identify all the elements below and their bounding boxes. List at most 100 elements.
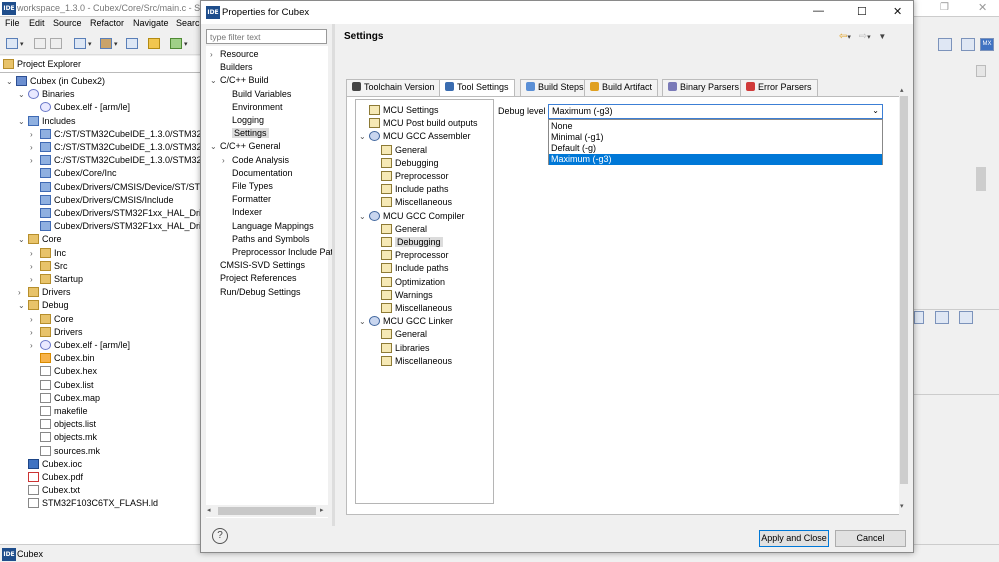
menu-icon[interactable]: ▼ [878, 32, 886, 41]
tool-tree-item[interactable]: Debugging [371, 157, 439, 170]
open-perspective-icon[interactable] [961, 38, 975, 51]
debug-level-select[interactable]: Maximum (-g3) ⌄ [548, 104, 883, 119]
close-icon[interactable]: ✕ [893, 5, 902, 18]
explorer-item[interactable]: ⌄ Cubex (in Cubex2) [6, 75, 105, 88]
chevron-down-icon[interactable]: ▾ [88, 40, 92, 48]
tool-tree-item[interactable]: ⌄ MCU GCC Compiler [359, 210, 465, 223]
explorer-item[interactable]: › Startup [30, 273, 83, 286]
chevron-down-icon[interactable]: ⌄ [18, 299, 28, 312]
scrollbar-thumb[interactable] [976, 167, 986, 191]
tab-tool-settings[interactable]: Tool Settings [439, 79, 515, 97]
tool-tree-item[interactable]: General [371, 223, 427, 236]
explorer-item[interactable]: Cubex.hex [30, 365, 97, 378]
perspective-icon[interactable] [938, 38, 952, 51]
chevron-right-icon[interactable]: › [30, 247, 40, 260]
debug-level-option[interactable]: Minimal (-g1) [549, 132, 882, 143]
category-item[interactable]: Logging [222, 114, 264, 127]
scrollbar-thumb[interactable] [900, 96, 908, 484]
explorer-item[interactable]: › C:/ST/STM32CubeIDE_1.3.0/STM32Cu [30, 154, 213, 167]
explorer-item[interactable]: › Drivers [30, 326, 83, 339]
category-item[interactable]: Builders [210, 61, 253, 74]
explorer-item[interactable]: Cubex.pdf [18, 471, 83, 484]
explorer-item[interactable]: ⌄ Includes [18, 115, 76, 128]
tool-tree-item[interactable]: Debugging [371, 236, 443, 249]
tool-tree-item[interactable]: Include paths [371, 262, 449, 275]
help-button[interactable]: ? [212, 528, 228, 544]
explorer-item[interactable]: Cubex.bin [30, 352, 95, 365]
tool-tree-item[interactable]: Miscellaneous [371, 196, 452, 209]
explorer-item[interactable]: › Src [30, 260, 68, 273]
explorer-item[interactable]: Cubex.ioc [18, 458, 82, 471]
chevron-down-icon[interactable]: ⌄ [359, 315, 369, 328]
new-icon[interactable] [6, 38, 18, 49]
panel-vscrollbar[interactable]: ▴ ▾ [899, 87, 909, 515]
explorer-item[interactable]: › C:/ST/STM32CubeIDE_1.3.0/STM32Cu [30, 128, 213, 141]
save-all-icon[interactable] [50, 38, 62, 49]
category-item[interactable]: Preprocessor Include Pat [222, 246, 333, 259]
category-item[interactable]: › Code Analysis [222, 154, 289, 167]
tool-tree-item[interactable]: Preprocessor [371, 249, 449, 262]
category-item[interactable]: Run/Debug Settings [210, 286, 301, 299]
chevron-right-icon[interactable]: › [210, 48, 220, 61]
category-item[interactable]: Language Mappings [222, 220, 314, 233]
chevron-right-icon[interactable]: › [30, 339, 40, 352]
category-item[interactable]: › Resource [210, 48, 259, 61]
explorer-item[interactable]: › C:/ST/STM32CubeIDE_1.3.0/STM32Cu [30, 141, 213, 154]
tool-tree-item[interactable]: Libraries [371, 342, 430, 355]
split-sash[interactable] [332, 24, 335, 526]
chevron-right-icon[interactable]: › [18, 286, 28, 299]
chevron-right-icon[interactable]: › [30, 273, 40, 286]
debug-icon[interactable] [170, 38, 182, 49]
open-view-icon[interactable] [959, 311, 973, 324]
category-item[interactable]: Paths and Symbols [222, 233, 310, 246]
chevron-down-icon[interactable]: ▾ [847, 34, 851, 41]
explorer-item[interactable]: makefile [30, 405, 88, 418]
explorer-item[interactable]: Cubex.map [30, 392, 100, 405]
chevron-down-icon[interactable]: ⌄ [18, 88, 28, 101]
scroll-down-icon[interactable]: ▾ [900, 502, 904, 510]
tab-toolchain-version[interactable]: Toolchain Version [346, 79, 441, 96]
category-item[interactable]: File Types [222, 180, 273, 193]
chevron-right-icon[interactable]: › [30, 313, 40, 326]
explorer-item[interactable]: › Inc [30, 247, 66, 260]
minimize-icon[interactable]: — [813, 5, 824, 17]
explorer-item[interactable]: Cubex/Core/Inc [30, 167, 117, 180]
explorer-item[interactable]: ⌄ Core [18, 233, 62, 246]
category-item[interactable]: Formatter [222, 193, 271, 206]
chevron-down-icon[interactable]: ⌄ [18, 115, 28, 128]
tab-error-parsers[interactable]: Error Parsers [740, 79, 818, 96]
chevron-down-icon[interactable]: ▾ [114, 40, 118, 48]
explorer-item[interactable]: objects.mk [30, 431, 97, 444]
category-item[interactable]: Build Variables [222, 88, 291, 101]
chevron-right-icon[interactable]: › [30, 154, 40, 167]
chevron-down-icon[interactable]: ⌄ [210, 140, 220, 153]
explorer-item[interactable]: Cubex/Drivers/STM32F1xx_HAL_Drive [30, 220, 211, 233]
tool-tree-item[interactable]: Preprocessor [371, 170, 449, 183]
explorer-item[interactable]: › Drivers [18, 286, 71, 299]
tab-binary-parsers[interactable]: Binary Parsers [662, 79, 746, 96]
menu-edit[interactable]: Edit [29, 18, 45, 28]
explorer-item[interactable]: Cubex.txt [18, 484, 80, 497]
tool-tree-item[interactable]: Miscellaneous [371, 302, 452, 315]
explorer-item[interactable]: › Cubex.elf - [arm/le] [30, 339, 130, 352]
chevron-right-icon[interactable]: › [30, 128, 40, 141]
menu-file[interactable]: File [5, 18, 20, 28]
tool-icon[interactable] [126, 38, 138, 49]
scroll-left-icon[interactable]: ◂ [207, 506, 211, 514]
filter-input[interactable] [206, 29, 327, 44]
restore-icon[interactable]: ❐ [940, 2, 949, 13]
chevron-right-icon[interactable]: › [30, 141, 40, 154]
build-icon[interactable] [74, 38, 86, 49]
debug-level-option[interactable]: Maximum (-g3) [549, 154, 882, 165]
tool-tree-item[interactable]: General [371, 328, 427, 341]
chevron-down-icon[interactable]: ⌄ [6, 75, 16, 88]
scroll-right-icon[interactable]: ▸ [320, 506, 324, 514]
tool-tree-item[interactable]: MCU Settings [359, 104, 439, 117]
debug-level-option[interactable]: None [549, 121, 882, 132]
explorer-item[interactable]: sources.mk [30, 445, 100, 458]
chevron-down-icon[interactable]: ⌄ [872, 106, 879, 115]
forward-icon[interactable]: ⇨ [859, 31, 867, 42]
category-item[interactable]: CMSIS-SVD Settings [210, 259, 305, 272]
explorer-item[interactable]: › Core [30, 313, 74, 326]
hammer-icon[interactable] [100, 38, 112, 49]
